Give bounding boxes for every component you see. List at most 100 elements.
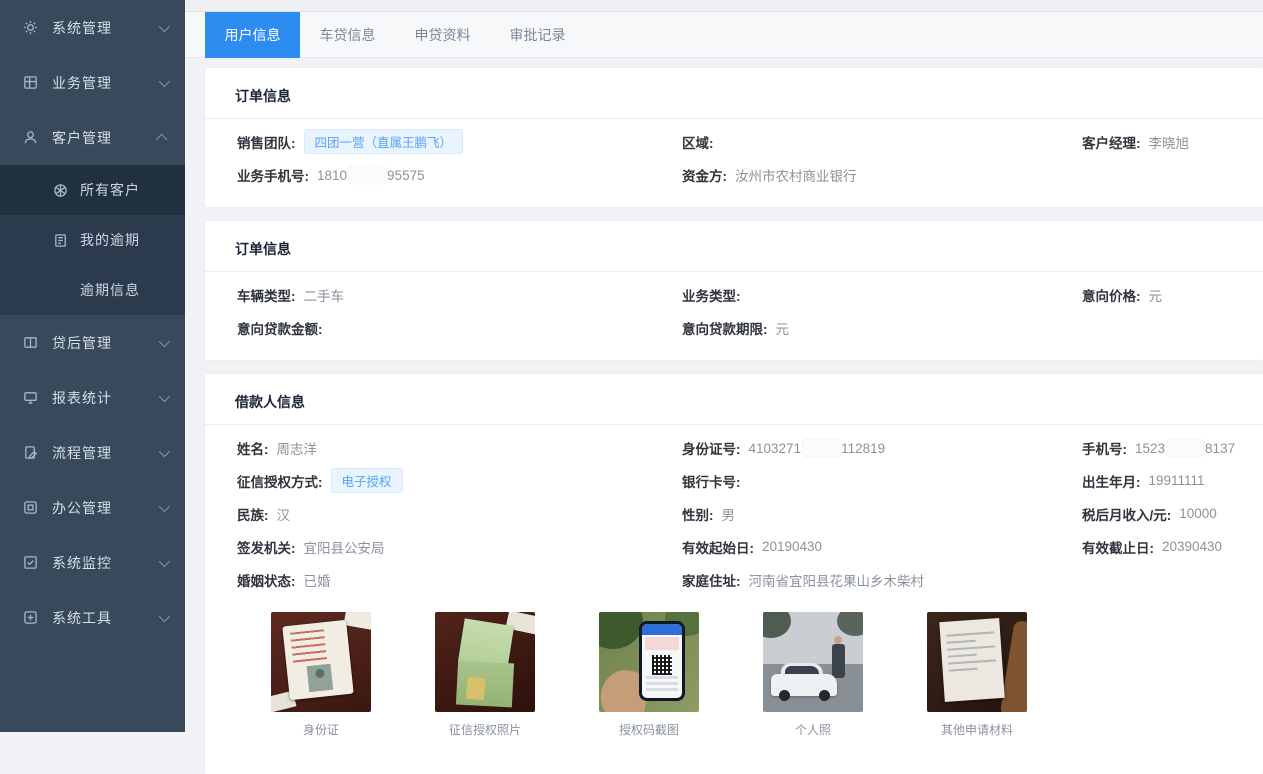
office-icon [22,500,38,516]
sidebar-item-postloan-mgmt[interactable]: 贷后管理 [0,315,185,370]
id-card-photo-thumbnail[interactable] [271,612,371,712]
divider [205,118,1263,119]
sidebar-item-system-mgmt[interactable]: 系统管理 [0,0,185,55]
field-intent-price: 意向价格: 元 [1082,278,1253,311]
sidebar-item-label: 我的逾期 [80,230,140,250]
sales-team-tag: 四团一营（直属王鹏飞） [304,129,464,154]
order-info-card-2: 订单信息 车辆类型: 二手车 业务类型: 意向价格: 元 意向贷款金额: 意向贷… [205,221,1263,360]
booklet-photo-thumbnail[interactable] [435,612,535,712]
gear-icon [22,20,38,36]
detail-tabbar: 用户信息 车贷信息 申贷资料 审批记录 [185,12,1263,58]
sidebar-item-all-customers[interactable]: 所有客户 [0,165,185,215]
sidebar-item-label: 报表统计 [52,388,159,408]
section-title: 借款人信息 [205,388,1263,424]
photo-caption: 授权码截图 [599,721,699,738]
chevron-down-icon [159,445,170,456]
field-ethnicity: 民族: 汉 [237,497,682,530]
sidebar-item-customer-mgmt[interactable]: 客户管理 [0,110,185,165]
monitor-icon [22,390,38,406]
divider [205,271,1263,272]
sidebar-item-label: 所有客户 [80,180,140,200]
notebook-icon [52,232,68,248]
customer-mgmt-submenu: 所有客户 我的逾期 逾期信息 [0,165,185,315]
top-strip [185,0,1263,12]
sidebar-item-label: 系统工具 [52,608,159,628]
sidebar-item-label: 系统管理 [52,18,159,38]
photo-handwritten-document[interactable]: 其他申请材料 [927,612,1027,738]
order-info-card-1: 订单信息 销售团队: 四团一营（直属王鹏飞） 区域: 客户经理: 李晓旭 业务手… [205,68,1263,207]
chevron-down-icon [159,555,170,566]
sidebar-item-label: 系统监控 [52,553,159,573]
photo-caption: 个人照 [763,721,863,738]
field-issuing-authority: 签发机关: 宜阳县公安局 [237,530,682,563]
divider [205,424,1263,425]
field-funder: 资金方: 汝州市农村商业银行 [682,158,1082,191]
sidebar-item-label: 客户管理 [52,128,159,148]
tab-approval-records[interactable]: 审批记录 [490,12,585,58]
sidebar-item-process-mgmt[interactable]: 流程管理 [0,425,185,480]
chevron-down-icon [159,500,170,511]
censor-block [803,440,839,456]
field-valid-to: 有效截止日: 20390430 [1082,530,1253,563]
photo-caption: 其他申请材料 [927,721,1027,738]
field-business-phone: 业务手机号: 181095575 [237,158,682,191]
user-icon [22,130,38,146]
checklist-icon [22,555,38,571]
sidebar-item-overdue-info[interactable]: 逾期信息 [0,265,185,315]
field-valid-from: 有效起始日: 20190430 [682,530,1082,563]
field-vehicle-type: 车辆类型: 二手车 [237,278,682,311]
field-loan-term: 意向贷款期限: 元 [682,311,1082,344]
chevron-down-icon [159,335,170,346]
wheel-icon [52,182,68,198]
sidebar-item-label: 贷后管理 [52,333,159,353]
flow-edit-icon [22,445,38,461]
sidebar-item-office-mgmt[interactable]: 办公管理 [0,480,185,535]
chevron-down-icon [159,390,170,401]
credit-auth-tag: 电子授权 [331,468,403,493]
borrower-info-card: 借款人信息 姓名: 周志洋 身份证号: 4103271112819 手机号: 1… [205,374,1263,774]
section-title: 订单信息 [205,82,1263,118]
censor-block [1167,440,1203,456]
field-id-number: 身份证号: 4103271112819 [682,431,1082,464]
field-account-manager: 客户经理: 李晓旭 [1082,125,1253,158]
sidebar-item-label: 业务管理 [52,73,159,93]
field-business-type: 业务类型: [682,278,1082,311]
phone-qr-photo-thumbnail[interactable] [599,612,699,712]
field-birth-date: 出生年月: 19911111 [1082,464,1253,497]
main-content: 用户信息 车贷信息 申贷资料 审批记录 订单信息 销售团队: 四团一营（直属王鹏… [185,0,1263,732]
sidebar-item-report-stats[interactable]: 报表统计 [0,370,185,425]
document-photos: 身份证 征信授权照片 [205,612,1263,738]
document-photo-thumbnail[interactable] [927,612,1027,712]
photo-caption: 身份证 [271,721,371,738]
field-name: 姓名: 周志洋 [237,431,682,464]
grid-icon [22,75,38,91]
car-photo-thumbnail[interactable] [763,612,863,712]
field-marital-status: 婚姻状态: 已婚 [237,563,682,596]
field-bank-card: 银行卡号: [682,464,1082,497]
tab-user-info[interactable]: 用户信息 [205,12,300,58]
chevron-down-icon [159,20,170,31]
section-title: 订单信息 [205,235,1263,271]
photo-person-with-car[interactable]: 个人照 [763,612,863,738]
field-home-address: 家庭住址: 河南省宜阳县花果山乡木柴村 [682,563,1082,596]
sidebar-item-system-tools[interactable]: 系统工具 [0,590,185,645]
field-sales-team: 销售团队: 四团一营（直属王鹏飞） [237,125,682,158]
sidebar-item-label: 办公管理 [52,498,159,518]
field-region: 区域: [682,125,1082,158]
sidebar-item-system-monitor[interactable]: 系统监控 [0,535,185,590]
tab-loan-application-docs[interactable]: 申贷资料 [395,12,490,58]
sidebar-item-label: 逾期信息 [80,280,140,300]
photo-id-card[interactable]: 身份证 [271,612,371,738]
sidebar-item-label: 流程管理 [52,443,159,463]
sidebar-item-my-overdue[interactable]: 我的逾期 [0,215,185,265]
chevron-down-icon [159,75,170,86]
photo-phone-auth-code[interactable]: 授权码截图 [599,612,699,738]
tab-car-loan-info[interactable]: 车贷信息 [300,12,395,58]
sidebar: 系统管理 业务管理 客户管理 所有客户 我的逾期 逾期信息 [0,0,185,732]
field-monthly-income: 税后月收入/元: 10000 [1082,497,1253,530]
photo-green-booklet[interactable]: 征信授权照片 [435,612,535,738]
sidebar-item-business-mgmt[interactable]: 业务管理 [0,55,185,110]
field-loan-amount: 意向贷款金额: [237,311,682,344]
photo-caption: 征信授权照片 [435,721,535,738]
tools-icon [22,610,38,626]
